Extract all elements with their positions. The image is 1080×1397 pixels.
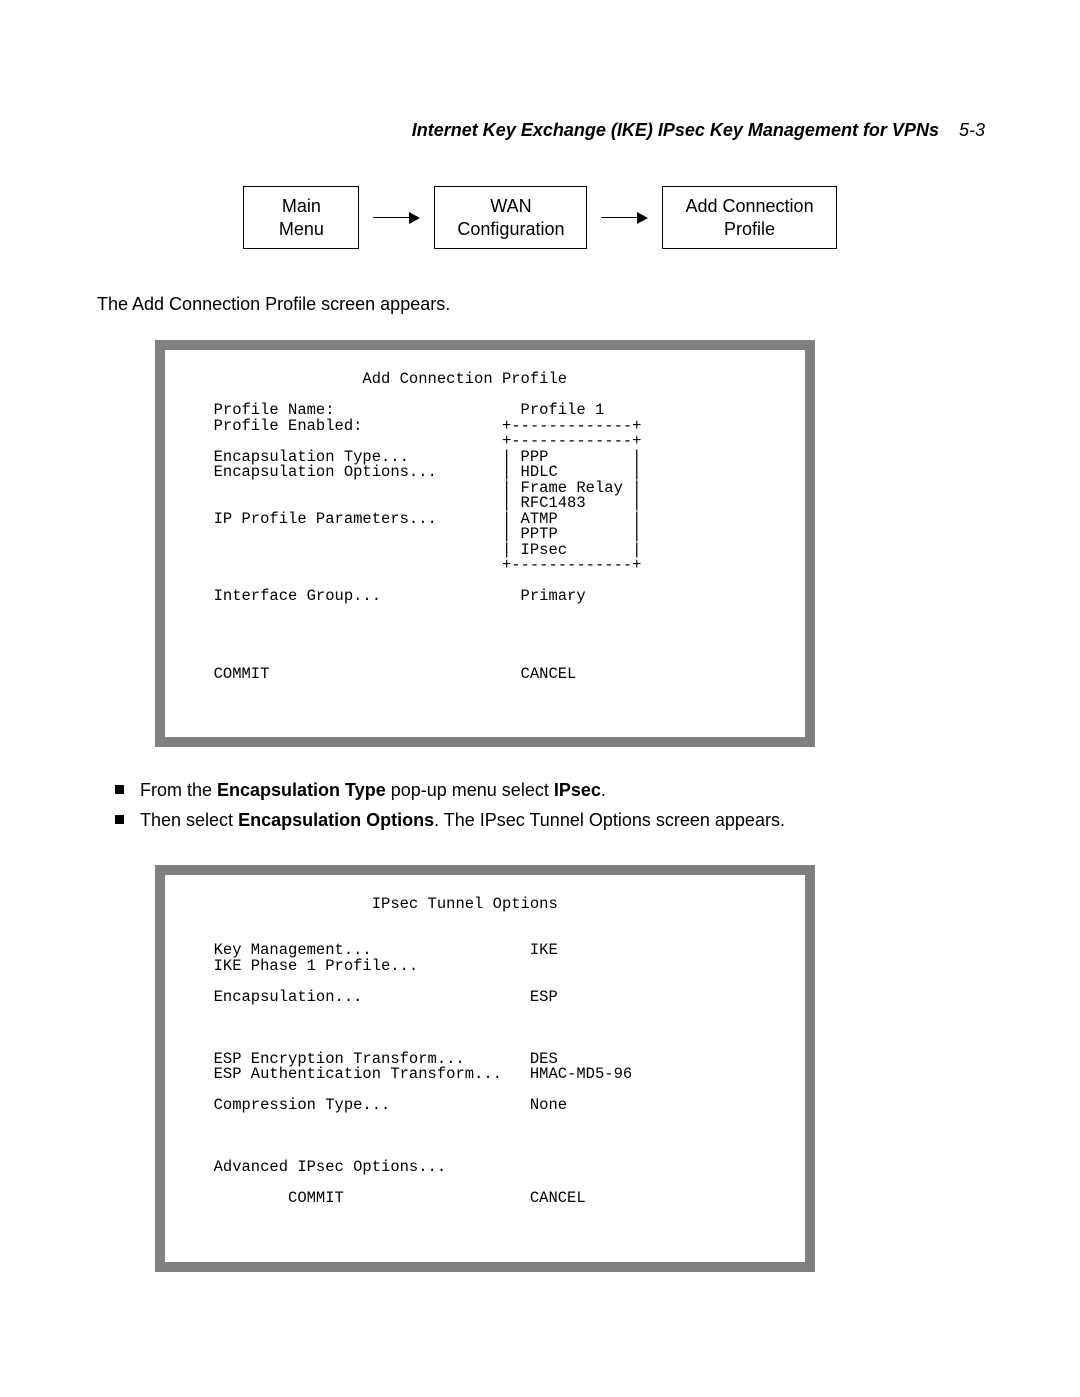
list-strong: Encapsulation Type — [217, 780, 386, 800]
list-item: Then select Encapsulation Options. The I… — [115, 807, 985, 835]
terminal-add-connection-profile: Add Connection Profile Profile Name: Pro… — [155, 340, 815, 747]
list-item: From the Encapsulation Type pop-up menu … — [115, 777, 985, 805]
flow-box-main-menu: Main Menu — [243, 186, 359, 249]
flow-box-wan-config: WAN Configuration — [434, 186, 587, 249]
flow-box-add-connection: Add Connection Profile — [662, 186, 836, 249]
list-strong: Encapsulation Options — [238, 810, 434, 830]
page: Internet Key Exchange (IKE) IPsec Key Ma… — [0, 0, 1080, 1397]
instruction-list: From the Encapsulation Type pop-up menu … — [95, 777, 985, 835]
list-text: . The IPsec Tunnel Options screen appear… — [434, 810, 785, 830]
flow-box-line: Configuration — [457, 219, 564, 239]
header-title: Internet Key Exchange (IKE) IPsec Key Ma… — [412, 120, 939, 140]
list-text: From the — [140, 780, 217, 800]
flow-box-line: Profile — [724, 219, 775, 239]
page-header: Internet Key Exchange (IKE) IPsec Key Ma… — [95, 120, 985, 141]
intro-text: The Add Connection Profile screen appear… — [95, 294, 985, 315]
navigation-flow: Main Menu WAN Configuration Add Connecti… — [95, 186, 985, 249]
page-number: 5-3 — [959, 120, 985, 140]
list-text: pop-up menu select — [386, 780, 554, 800]
flow-box-line: Add Connection — [685, 196, 813, 216]
arrow-icon — [373, 212, 420, 224]
list-strong: IPsec — [554, 780, 601, 800]
flow-box-line: Menu — [279, 219, 324, 239]
list-text: . — [601, 780, 606, 800]
terminal-ipsec-tunnel-options: IPsec Tunnel Options Key Management... I… — [155, 865, 815, 1272]
flow-box-line: WAN — [490, 196, 531, 216]
arrow-icon — [601, 212, 648, 224]
list-text: Then select — [140, 810, 238, 830]
flow-box-line: Main — [282, 196, 321, 216]
